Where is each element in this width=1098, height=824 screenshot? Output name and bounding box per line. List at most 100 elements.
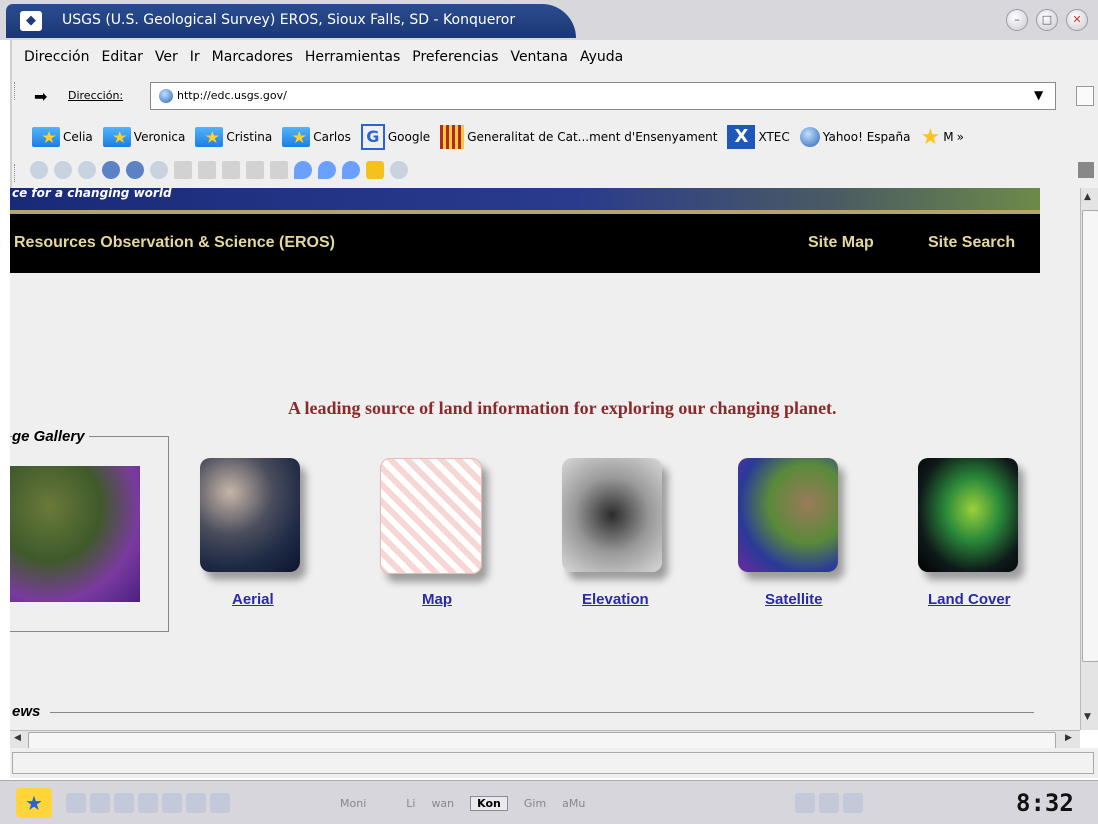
- menu-marcadores[interactable]: Marcadores: [212, 49, 293, 65]
- bookmark-more[interactable]: ★ M»: [921, 125, 964, 150]
- bookmark-google[interactable]: G Google: [360, 124, 430, 150]
- launcher-icon[interactable]: [186, 793, 206, 813]
- menu-preferencias[interactable]: Preferencias: [412, 49, 498, 65]
- news-divider: [50, 712, 1034, 713]
- menu-ventana[interactable]: Ventana: [510, 49, 568, 65]
- bookmark-label: Cristina: [226, 130, 273, 144]
- up-icon[interactable]: [30, 161, 48, 179]
- menu-ver[interactable]: Ver: [155, 49, 178, 65]
- konqueror-icon[interactable]: ◆: [20, 11, 42, 31]
- globe-icon: [159, 89, 173, 103]
- back-icon[interactable]: [54, 161, 72, 179]
- status-bar: [10, 748, 1098, 778]
- task-amule[interactable]: aMu: [562, 797, 585, 810]
- bookmark-label: Carlos: [313, 130, 351, 144]
- find-icon[interactable]: [294, 161, 312, 179]
- generalitat-icon: [440, 125, 465, 149]
- clear-address-icon[interactable]: [1076, 86, 1094, 106]
- gallery-image[interactable]: [10, 466, 140, 602]
- volume-icon[interactable]: [795, 793, 815, 813]
- menu-direccion[interactable]: Dirección: [24, 49, 89, 65]
- bookmark-carlos[interactable]: Carlos: [282, 127, 351, 147]
- land-cover-link[interactable]: Land Cover: [928, 591, 1011, 608]
- window-title-tab[interactable]: ◆ USGS (U.S. Geological Survey) EROS, Si…: [6, 4, 576, 38]
- stop-icon[interactable]: [150, 161, 168, 179]
- security-lock-icon[interactable]: [366, 161, 384, 179]
- elevation-thumbnail[interactable]: [562, 458, 662, 572]
- minimize-icon[interactable]: –: [1006, 9, 1028, 31]
- reload-icon[interactable]: [126, 161, 144, 179]
- bookmark-xtec[interactable]: X XTEC: [727, 125, 790, 149]
- task-list: Moni Li wan Kon Gim aMu: [340, 791, 585, 815]
- bookmark-generalitat[interactable]: Generalitat de Cat...ment d'Ensenyament: [440, 125, 717, 149]
- launcher-icon[interactable]: [138, 793, 158, 813]
- star-icon: ★: [920, 124, 941, 150]
- task-li[interactable]: Li: [406, 797, 415, 810]
- scroll-right-icon[interactable]: ▶: [1065, 733, 1072, 743]
- throbber-icon: [1078, 162, 1094, 178]
- task-monitor[interactable]: Moni: [340, 797, 366, 810]
- print-frame-icon[interactable]: [270, 161, 288, 179]
- copy-icon[interactable]: [198, 161, 216, 179]
- site-search-link[interactable]: Site Search: [928, 234, 1015, 252]
- task-gimp[interactable]: Gim: [524, 797, 546, 810]
- map-link[interactable]: Map: [422, 591, 452, 608]
- page-tagline: A leading source of land information for…: [288, 398, 837, 418]
- menu-ayuda[interactable]: Ayuda: [580, 49, 623, 65]
- k-menu-icon[interactable]: ★: [16, 788, 52, 818]
- launcher-icon[interactable]: [210, 793, 230, 813]
- horizontal-scrollbar[interactable]: ◀ ▶: [10, 730, 1080, 749]
- horizontal-scroll-thumb[interactable]: [28, 732, 1056, 749]
- close-icon[interactable]: ✕: [1066, 9, 1088, 31]
- bookmark-cristina[interactable]: Cristina: [195, 127, 272, 147]
- task-wan[interactable]: wan: [431, 797, 454, 810]
- media-play-icon[interactable]: [843, 793, 863, 813]
- menu-editar[interactable]: Editar: [101, 49, 142, 65]
- clock[interactable]: 8:32: [1016, 789, 1074, 817]
- task-konqueror[interactable]: Kon: [470, 795, 508, 811]
- title-bar: ◆ USGS (U.S. Geological Survey) EROS, Si…: [0, 0, 1098, 40]
- paste-icon[interactable]: [222, 161, 240, 179]
- scroll-left-icon[interactable]: ◀: [14, 733, 21, 743]
- satellite-link[interactable]: Satellite: [765, 591, 823, 608]
- forward-icon[interactable]: [78, 161, 96, 179]
- download-icon[interactable]: [390, 161, 408, 179]
- more-bookmarks-icon[interactable]: »: [957, 130, 964, 144]
- aerial-link[interactable]: Aerial: [232, 591, 274, 608]
- satellite-thumbnail[interactable]: [738, 458, 838, 572]
- launcher-icon[interactable]: [162, 793, 182, 813]
- vertical-scroll-thumb[interactable]: [1082, 210, 1098, 662]
- bookmark-label: Generalitat de Cat...ment d'Ensenyament: [467, 130, 718, 144]
- launcher-icon[interactable]: [66, 793, 86, 813]
- address-input[interactable]: http://edc.usgs.gov/: [150, 82, 1056, 110]
- cut-icon[interactable]: [174, 161, 192, 179]
- address-dropdown-icon[interactable]: ▼: [1034, 88, 1043, 102]
- zoom-out-icon[interactable]: [342, 161, 360, 179]
- maximize-icon[interactable]: □: [1036, 9, 1058, 31]
- zoom-in-icon[interactable]: [318, 161, 336, 179]
- toolbar-grip[interactable]: [14, 82, 18, 100]
- print-icon[interactable]: [246, 161, 264, 179]
- site-map-link[interactable]: Site Map: [808, 234, 874, 252]
- bookmark-celia[interactable]: Celia: [32, 127, 93, 147]
- aerial-thumbnail[interactable]: [200, 458, 300, 572]
- home-icon[interactable]: [102, 161, 120, 179]
- vertical-scrollbar[interactable]: ▲ ▼: [1080, 188, 1098, 730]
- go-arrow-icon[interactable]: ➡: [34, 87, 47, 106]
- launcher-icon[interactable]: [114, 793, 134, 813]
- folder-icon: [102, 127, 131, 147]
- scroll-up-icon[interactable]: ▲: [1084, 192, 1091, 202]
- menu-herramientas[interactable]: Herramientas: [305, 49, 400, 65]
- map-thumbnail[interactable]: [380, 458, 482, 574]
- elevation-link[interactable]: Elevation: [582, 591, 649, 608]
- bookmark-veronica[interactable]: Veronica: [102, 127, 185, 147]
- toolbar-grip[interactable]: [14, 164, 18, 182]
- land-cover-thumbnail[interactable]: [918, 458, 1018, 572]
- address-label: Dirección:: [68, 89, 124, 102]
- bookmark-yahoo[interactable]: Yahoo! España: [799, 127, 911, 147]
- download-tray-icon[interactable]: [819, 793, 839, 813]
- menu-ir[interactable]: Ir: [190, 49, 200, 65]
- bookmark-label: Yahoo! España: [822, 130, 911, 144]
- scroll-down-icon[interactable]: ▼: [1084, 712, 1091, 722]
- launcher-icon[interactable]: [90, 793, 110, 813]
